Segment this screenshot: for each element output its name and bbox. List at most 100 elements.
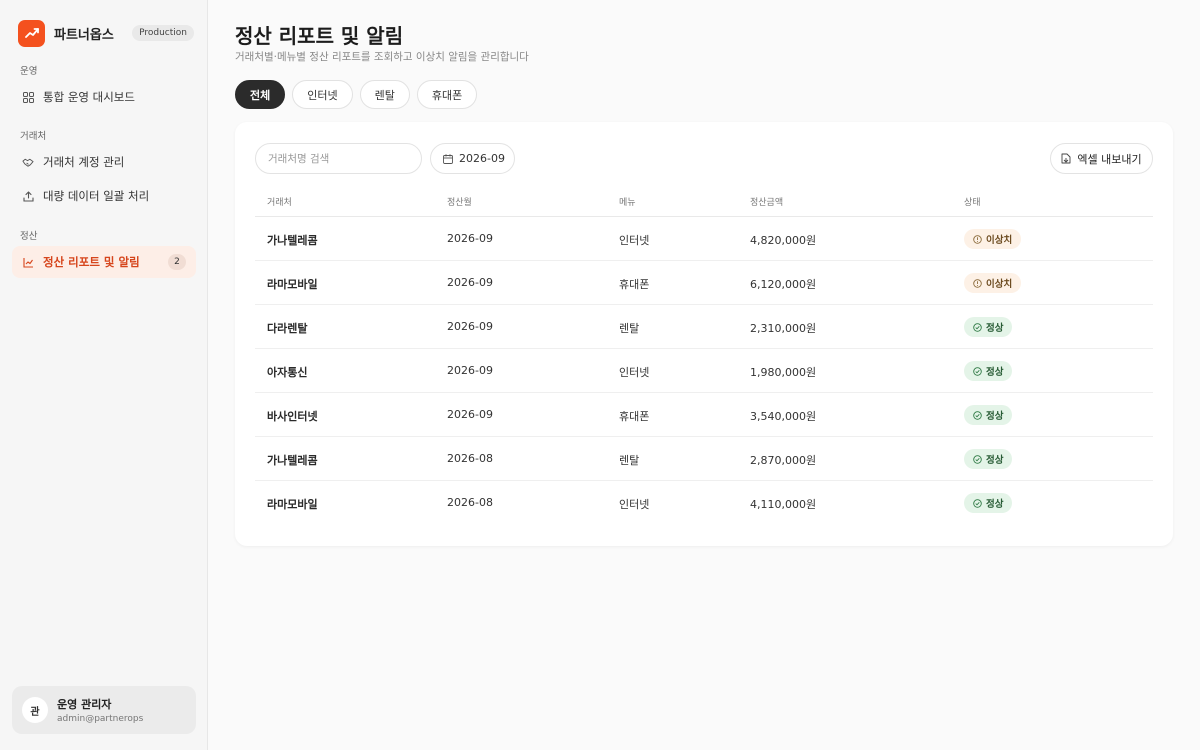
col-status: 상태 [964, 198, 981, 208]
user-card[interactable]: 관 운영 관리자 admin@partnerops [12, 686, 196, 734]
user-info: 운영 관리자 admin@partnerops [57, 696, 143, 724]
cell-menu: 렌탈 [619, 454, 640, 467]
grid-icon [22, 91, 34, 103]
cell-vendor: 가나텔레콤 [267, 454, 318, 467]
cell-menu: 인터넷 [619, 366, 650, 379]
report-card: 2026-09 엑셀 내보내기 거래처 정산월 메뉴 정산금액 상태 가나텔레콤… [235, 122, 1173, 546]
cell-vendor: 바사인터넷 [267, 410, 318, 423]
table-row[interactable]: 라마모바일 2026-08 인터넷 4,110,000원 정상 [255, 481, 1153, 525]
alert-circle-icon [973, 234, 982, 244]
table-row[interactable]: 가나텔레콤 2026-08 렌탈 2,870,000원 정상 [255, 437, 1153, 481]
table-row[interactable]: 다라렌탈 2026-09 렌탈 2,310,000원 정상 [255, 305, 1153, 349]
status-label: 정상 [986, 323, 1004, 334]
sidebar-item-label: 대량 데이터 일괄 처리 [43, 189, 150, 203]
cell-month: 2026-08 [447, 496, 493, 509]
check-circle-icon [973, 322, 982, 332]
table-header: 거래처 정산월 메뉴 정산금액 상태 [255, 184, 1153, 217]
sidebar-item-vendor-accounts[interactable]: 거래처 계정 관리 [12, 146, 196, 178]
page-subtitle: 거래처별·메뉴별 정산 리포트를 조회하고 이상치 알림을 관리합니다 [235, 51, 529, 63]
col-month: 정산월 [447, 198, 472, 208]
table-row[interactable]: 라마모바일 2026-09 휴대폰 6,120,000원 이상치 [255, 261, 1153, 305]
chart-line-icon [22, 256, 34, 268]
status-label: 정상 [986, 455, 1004, 466]
cell-menu: 렌탈 [619, 322, 640, 335]
cell-amount: 4,110,000원 [750, 498, 817, 511]
cell-amount: 4,820,000원 [750, 234, 817, 247]
cell-vendor: 다라렌탈 [267, 322, 308, 335]
cell-menu: 인터넷 [619, 234, 650, 247]
vendor-search-input[interactable] [255, 143, 422, 174]
brand[interactable]: 파트너옵스 Production [18, 19, 194, 47]
settlement-table: 거래처 정산월 메뉴 정산금액 상태 가나텔레콤 2026-09 인터넷 4,820,… [255, 184, 1153, 525]
section-label-ops: 운영 [20, 66, 38, 77]
cell-month: 2026-08 [447, 452, 493, 465]
check-circle-icon [973, 454, 982, 464]
status-label: 이상치 [986, 235, 1013, 246]
section-label-settlement: 정산 [20, 231, 38, 242]
tab-rental[interactable]: 렌탈 [359, 80, 410, 109]
status-label: 이상치 [986, 279, 1013, 290]
nav-count-badge: 2 [168, 254, 186, 270]
status-label: 정상 [986, 367, 1004, 378]
status-badge: 정상 [964, 493, 1013, 513]
alert-circle-icon [973, 278, 982, 288]
brand-logo-icon [18, 19, 45, 47]
cell-month: 2026-09 [447, 320, 493, 333]
table-row[interactable]: 아자통신 2026-09 인터넷 1,980,000원 정상 [255, 349, 1153, 393]
file-export-icon [1061, 153, 1071, 164]
cell-month: 2026-09 [447, 276, 493, 289]
status-badge: 이상치 [964, 273, 1022, 293]
sidebar-item-label: 거래처 계정 관리 [43, 155, 125, 169]
cell-amount: 1,980,000원 [750, 366, 817, 379]
month-filter-value: 2026-09 [459, 152, 505, 165]
sidebar-item-dashboard[interactable]: 통합 운영 대시보드 [12, 81, 196, 113]
handshake-icon [22, 156, 34, 168]
cell-vendor: 아자통신 [267, 366, 308, 379]
cell-vendor: 가나텔레콤 [267, 234, 318, 247]
cell-month: 2026-09 [447, 232, 493, 245]
table-body: 가나텔레콤 2026-09 인터넷 4,820,000원 이상치 라마모바일 2026-09… [255, 217, 1153, 525]
sidebar-item-settlement-report[interactable]: 정산 리포트 및 알림 2 [12, 246, 196, 278]
export-excel-button[interactable]: 엑셀 내보내기 [1050, 143, 1153, 174]
calendar-icon [443, 153, 453, 164]
sidebar-item-bulk-upload[interactable]: 대량 데이터 일괄 처리 [12, 180, 196, 212]
cell-month: 2026-09 [447, 408, 493, 421]
status-label: 정상 [986, 499, 1004, 510]
tab-mobile[interactable]: 휴대폰 [416, 80, 478, 109]
status-badge: 이상치 [964, 229, 1022, 249]
col-menu: 메뉴 [619, 198, 636, 208]
export-label: 엑셀 내보내기 [1077, 152, 1142, 166]
cell-vendor: 라마모바일 [267, 498, 318, 511]
cell-menu: 휴대폰 [619, 410, 650, 423]
env-badge: Production [132, 25, 194, 41]
status-badge: 정상 [964, 405, 1013, 425]
status-badge: 정상 [964, 449, 1013, 469]
month-filter[interactable]: 2026-09 [430, 143, 515, 174]
cell-vendor: 라마모바일 [267, 278, 318, 291]
check-circle-icon [973, 366, 982, 376]
table-row[interactable]: 가나텔레콤 2026-09 인터넷 4,820,000원 이상치 [255, 217, 1153, 261]
brand-name: 파트너옵스 [54, 27, 114, 43]
check-circle-icon [973, 410, 982, 420]
col-vendor: 거래처 [267, 198, 292, 208]
col-amount: 정산금액 [750, 198, 784, 208]
sidebar-item-label: 통합 운영 대시보드 [43, 90, 135, 104]
sidebar-item-label: 정산 리포트 및 알림 [43, 255, 140, 269]
check-circle-icon [973, 498, 982, 508]
tab-all[interactable]: 전체 [235, 80, 286, 109]
cell-amount: 3,540,000원 [750, 410, 817, 423]
cell-month: 2026-09 [447, 364, 493, 377]
tab-internet[interactable]: 인터넷 [292, 80, 353, 109]
upload-icon [22, 190, 34, 202]
table-row[interactable]: 바사인터넷 2026-09 휴대폰 3,540,000원 정상 [255, 393, 1153, 437]
user-email: admin@partnerops [57, 714, 144, 724]
sidebar: 파트너옵스 Production 운영 통합 운영 대시보드 거래처 거래처 계… [0, 0, 208, 750]
section-label-vendor: 거래처 [20, 131, 47, 142]
status-badge: 정상 [964, 361, 1013, 381]
avatar: 관 [22, 697, 48, 723]
status-badge: 정상 [964, 317, 1013, 337]
page-title: 정산 리포트 및 알림 [235, 24, 404, 48]
user-name: 운영 관리자 [57, 698, 112, 711]
cell-amount: 2,870,000원 [750, 454, 817, 467]
status-label: 정상 [986, 411, 1004, 422]
